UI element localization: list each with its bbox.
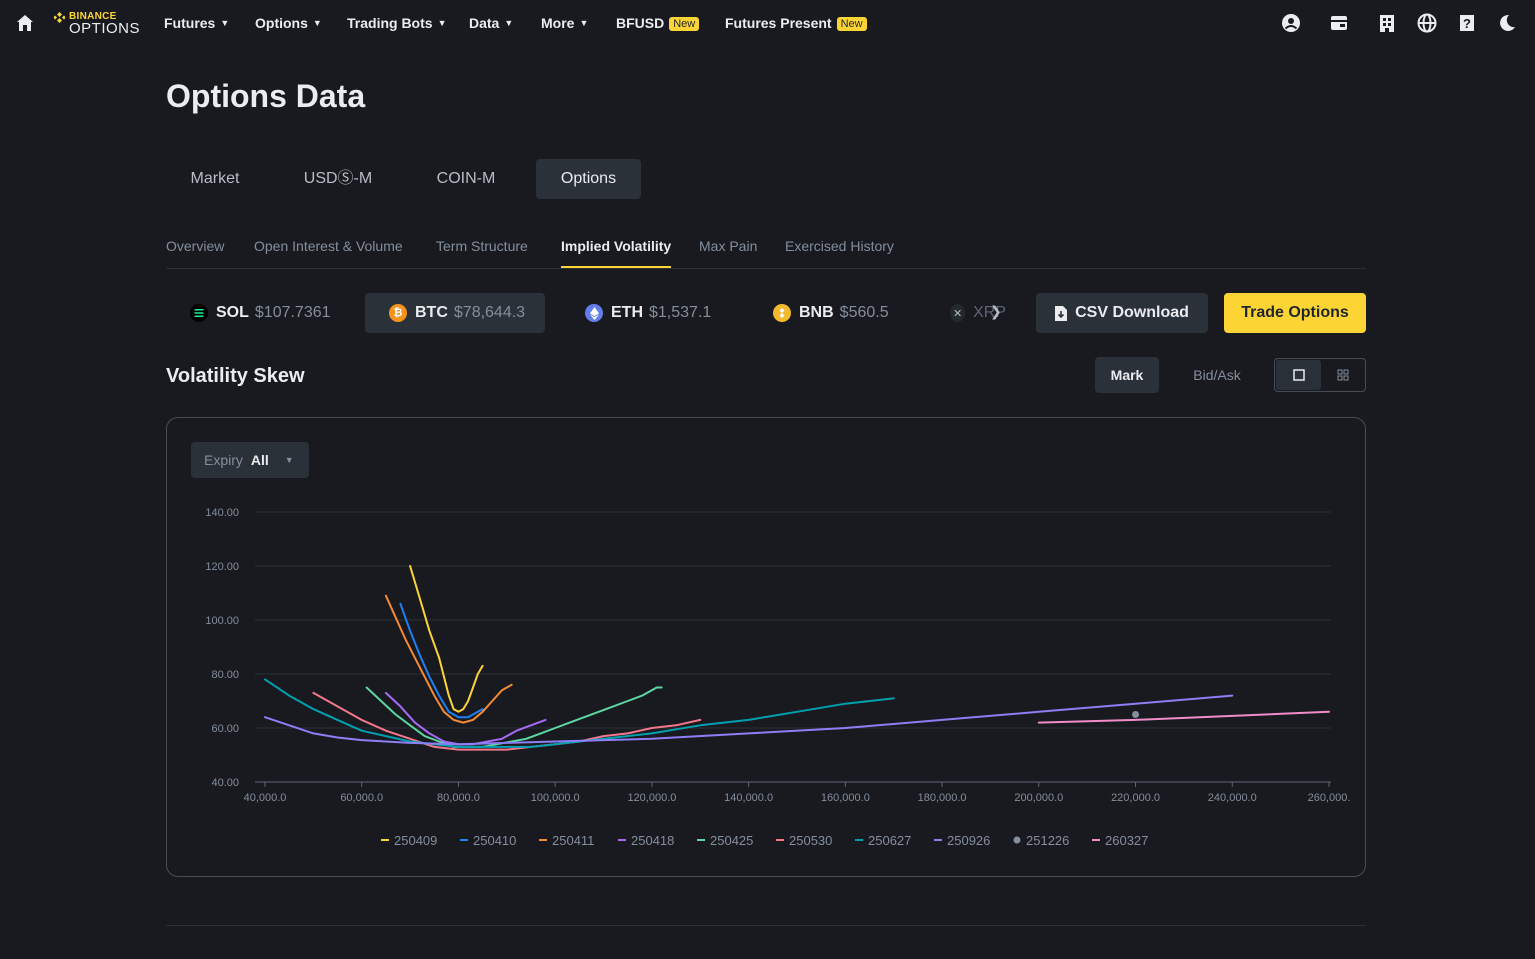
csv-download-button[interactable]: CSV Download [1036,293,1208,333]
nav-options-label: Options [255,15,308,31]
tab-usds-m[interactable]: USDⓈ-M [285,159,391,199]
bottom-divider [166,925,1366,926]
grid-view-button[interactable] [1322,360,1365,390]
sol-icon [190,304,208,322]
bid-ask-toggle[interactable]: Bid/Ask [1175,357,1259,393]
trade-options-button[interactable]: Trade Options [1224,293,1366,333]
chevron-down-icon: ▼ [504,18,514,28]
wallet-icon[interactable] [1329,13,1349,33]
chevron-right-icon[interactable]: ❯ [990,303,1002,320]
csv-download-label: CSV Download [1075,304,1189,321]
expiry-value: All [250,452,269,468]
mark-toggle[interactable]: Mark [1095,357,1159,393]
coin-tab-sol[interactable]: SOL $107.7361 [166,293,346,333]
subtab-term-structure[interactable]: Term Structure [436,238,528,254]
bnb-icon [773,304,791,322]
btc-icon: ₿ [389,304,407,322]
coin-price: $107.7361 [254,304,331,321]
chevron-down-icon: ▼ [437,18,447,28]
section-title: Volatility Skew [166,365,305,387]
single-view-button[interactable] [1276,360,1321,390]
binance-options-logo[interactable]: BINANCE OPTIONS [54,11,144,37]
globe-icon[interactable] [1417,13,1437,33]
nav-trading-bots[interactable]: Trading Bots ▼ [347,15,446,31]
nav-futures[interactable]: Futures ▼ [164,15,229,31]
coin-symbol: ETH [611,304,643,321]
file-download-icon [1055,305,1068,321]
nav-futures-label: Futures [164,15,216,31]
xrp-icon: ✕ [950,304,966,322]
coin-symbol: BTC [415,304,448,321]
coin-price: $78,644.3 [453,304,526,321]
logo-bottom-text: OPTIONS [69,20,141,37]
building-icon[interactable] [1377,13,1397,33]
subtab-open-interest-volume[interactable]: Open Interest & Volume [254,238,403,254]
nav-trading-bots-label: Trading Bots [347,15,433,31]
tab-options[interactable]: Options [536,159,641,199]
svg-text:?: ? [1463,16,1471,31]
nav-futures-present[interactable]: Futures Present New [725,15,867,31]
chevron-down-icon: ▼ [579,18,589,28]
coin-tab-btc[interactable]: ₿ BTC $78,644.3 [365,293,545,333]
nav-futures-present-label: Futures Present [725,15,832,31]
chart-card [166,417,1366,877]
chevron-down-icon: ▼ [312,18,322,28]
new-badge: New [836,17,867,31]
nav-more[interactable]: More ▼ [541,15,588,31]
subtab-overview[interactable]: Overview [166,238,224,254]
square-icon [1293,369,1305,381]
nav-bfusd-label: BFUSD [616,15,665,31]
tab-market[interactable]: Market [166,159,264,199]
coin-tab-bnb[interactable]: BNB $560.5 [749,293,909,333]
coin-symbol: BNB [799,304,834,321]
chevron-down-icon: ▼ [220,18,230,28]
help-icon[interactable]: ? [1457,13,1477,33]
grid-icon [1337,369,1349,381]
expiry-label: Expiry [204,452,243,468]
binance-logo-icon [54,12,65,23]
coin-price: $1,537.1 [649,304,712,321]
caret-down-icon: ▼ [284,455,294,465]
new-badge: New [669,17,700,31]
nav-data[interactable]: Data ▼ [469,15,513,31]
nav-bfusd[interactable]: BFUSD New [616,15,700,31]
coin-price: $560.5 [839,304,889,321]
active-subtab-indicator [561,266,671,268]
user-icon[interactable] [1281,13,1301,33]
coin-tab-eth[interactable]: ETH $1,537.1 [561,293,731,333]
layout-toggle [1274,358,1366,392]
top-nav: BINANCE OPTIONS Futures ▼ Options ▼ Tradin… [0,0,1535,48]
nav-data-label: Data [469,15,500,31]
eth-icon [585,304,603,322]
nav-more-label: More [541,15,575,31]
page-title: Options Data [166,78,366,114]
home-icon[interactable] [15,13,35,33]
subtab-divider [166,268,1366,269]
coin-tab-xrp[interactable]: ✕ XRP ❯ [926,293,1006,333]
subtab-implied-volatility[interactable]: Implied Volatility [561,238,671,254]
moon-icon[interactable] [1497,13,1517,33]
expiry-select[interactable]: Expiry All ▼ [191,442,309,478]
nav-options[interactable]: Options ▼ [255,15,322,31]
subtab-max-pain[interactable]: Max Pain [699,238,757,254]
coin-symbol: SOL [216,304,249,321]
subtab-exercised-history[interactable]: Exercised History [785,238,894,254]
tab-coin-m[interactable]: COIN-M [414,159,518,199]
